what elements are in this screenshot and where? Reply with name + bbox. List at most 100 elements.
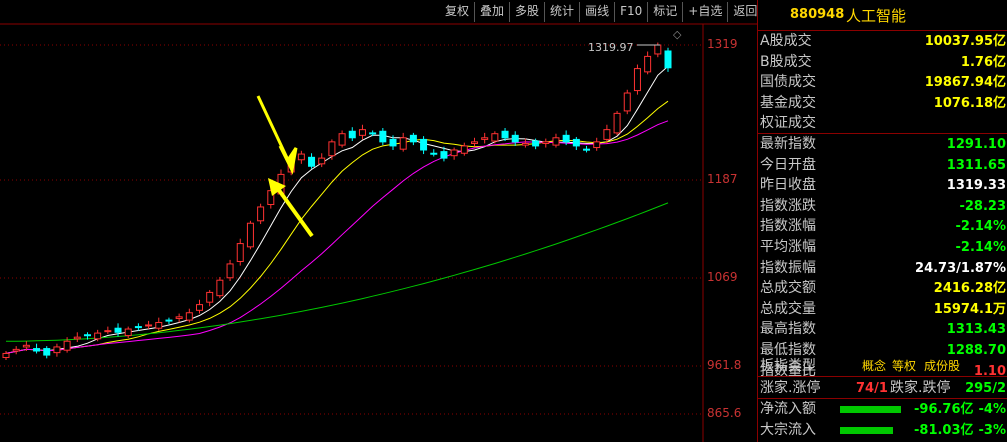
quote-row-label: 总成交额 (760, 280, 816, 297)
candlestick (470, 137, 478, 147)
y-tick-label: 1319 (707, 37, 738, 51)
candlestick (246, 220, 254, 250)
candlestick (196, 299, 204, 314)
toolbar-button-0[interactable]: 复权 (440, 2, 474, 22)
quote-row: 平均涨幅 -2.14% (758, 237, 1007, 258)
candlestick (409, 132, 417, 146)
fund-flow-value: -81.03亿 (914, 423, 974, 438)
index-name: 人工智能 (846, 7, 907, 25)
down-count-value: 295/2 (965, 381, 1006, 396)
candlestick (664, 47, 672, 72)
candlestick (420, 136, 428, 155)
index-code: 880948 (790, 7, 845, 22)
board-type-row: 板指类型 概念 等权 成份股 (758, 356, 1007, 377)
quote-row: 总成交量 15974.1万 (758, 299, 1007, 320)
candlestick (175, 313, 183, 323)
toolbar-button-7[interactable]: +自选 (682, 2, 727, 22)
fund-flow-bar (840, 406, 902, 413)
candlestick (134, 323, 142, 331)
quote-row: 国债成交 19867.94亿 (758, 72, 1007, 93)
candlestick (165, 317, 173, 325)
candlestick (216, 276, 224, 299)
ma5-line (5, 65, 669, 354)
fund-flow-row: 净流入额 -96.76亿 -4% (758, 399, 1007, 420)
candlestick (226, 259, 234, 282)
quote-row-label: 今日开盘 (760, 156, 816, 173)
quote-row-label: 最新指数 (760, 136, 816, 152)
chart-toolbar: 复权 叠加 多股 统计 画线 F10 标记 +自选 返回 (440, 2, 762, 22)
candlestick (644, 51, 652, 75)
fund-flow-row: 大宗流入 -81.03亿 -3% (758, 420, 1007, 441)
candlestick (236, 238, 244, 266)
quote-row: 权证成交 (758, 113, 1007, 134)
candlestick (460, 142, 468, 156)
toolbar-button-3[interactable]: 统计 (544, 2, 579, 22)
candlestick (552, 133, 560, 148)
board-type-components[interactable]: 成份股 (924, 356, 960, 377)
candlestick (2, 351, 10, 360)
fund-flow-value: -96.76亿 (914, 402, 974, 417)
toolbar-button-1[interactable]: 叠加 (474, 2, 509, 22)
quote-row-label: 国债成交 (760, 74, 816, 91)
candlestick (613, 110, 621, 136)
quote-row-value: 1319.33 (946, 178, 1006, 194)
yellow-arrow-annotation (274, 184, 314, 238)
toolbar-button-2[interactable]: 多股 (509, 2, 544, 22)
candlestick (257, 203, 265, 225)
candlestick (33, 343, 41, 354)
candlestick (328, 139, 336, 160)
quote-row-value: -28.23 (959, 198, 1006, 214)
toolbar-button-4[interactable]: 画线 (579, 2, 614, 22)
diamond-icon[interactable]: ◇ (673, 28, 681, 41)
quote-row: 指数涨跌 -28.23 (758, 196, 1007, 217)
quote-row: A股成交 10037.95亿 (758, 31, 1007, 52)
quote-row: 最新指数 1291.10 (758, 134, 1007, 155)
candlestick (521, 138, 529, 148)
board-type-equal[interactable]: 等权 (892, 356, 916, 377)
kline-chart[interactable] (0, 0, 757, 442)
candlestick (593, 137, 601, 151)
quote-row: B股成交 1.76亿 (758, 52, 1007, 73)
board-type-concept[interactable]: 概念 (862, 356, 886, 377)
candlestick (542, 138, 550, 148)
quote-row-label: 昨日收盘 (760, 177, 816, 194)
quote-row-label: 基金成交 (760, 94, 816, 111)
candlestick (104, 326, 112, 334)
quote-row-value: 1311.65 (946, 157, 1006, 173)
quote-row: 总成交额 2416.28亿 (758, 278, 1007, 299)
candlestick (73, 332, 81, 343)
candlestick (572, 136, 580, 150)
candlestick (511, 131, 519, 146)
quote-row-value: 2416.28亿 (933, 281, 1006, 297)
down-count-label: 跌家.跌停 (890, 380, 951, 396)
candlestick (318, 153, 326, 168)
quote-row: 基金成交 1076.18亿 (758, 93, 1007, 114)
ma20-line (5, 120, 669, 354)
candlestick (379, 128, 387, 146)
candlestick (430, 149, 438, 157)
candlestick (12, 346, 20, 355)
quote-row-label: A股成交 (760, 33, 812, 49)
candlestick (583, 145, 591, 153)
quote-row: 昨日收盘 1319.33 (758, 175, 1007, 196)
quote-row: 指数涨幅 -2.14% (758, 216, 1007, 237)
quote-row-value: 1076.18亿 (933, 95, 1006, 111)
candlestick (399, 132, 407, 152)
candlestick (43, 346, 51, 359)
candlestick (206, 289, 214, 307)
y-tick-label: 961.8 (707, 358, 742, 372)
toolbar-button-5[interactable]: F10 (614, 2, 647, 22)
fund-flow-bar (840, 427, 894, 434)
quote-panel: 880948 人工智能 A股成交 10037.95亿 B股成交 1.76亿 国债成交 19… (757, 0, 1007, 442)
candlestick (145, 320, 153, 330)
ma60-line (6, 202, 669, 342)
updown-stats-row: 涨家.涨停 74/1 跌家.跌停 295/2 (758, 378, 1007, 399)
toolbar-button-6[interactable]: 标记 (647, 2, 682, 22)
candlestick (185, 308, 193, 323)
quote-row-value: -2.14% (955, 219, 1007, 235)
quote-row-label: 总成交量 (760, 300, 816, 317)
candlestick (481, 132, 489, 144)
kline-chart-area[interactable]: 1319 1187 1069 961.8 865.6 1319.97 ◇ 复权 叠加 多股统… (0, 0, 757, 442)
high-price-label: 1319.97 (588, 41, 634, 54)
candlestick (358, 124, 366, 140)
